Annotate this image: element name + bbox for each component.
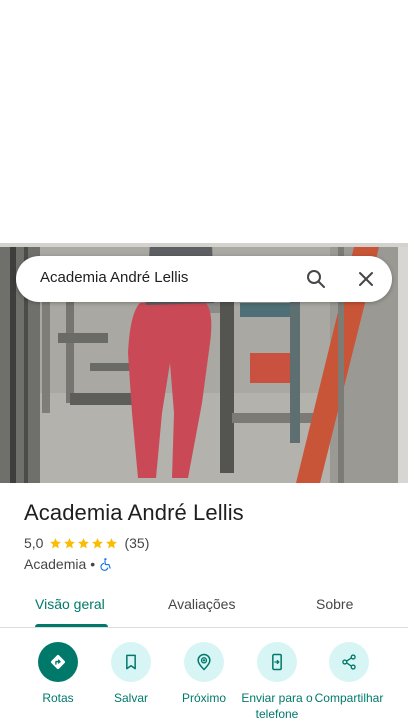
tab-overview[interactable]: Visão geral [35,596,105,612]
star-icon [50,537,62,548]
rating-stars [49,537,119,550]
bookmark-icon [111,642,151,682]
search-input[interactable]: Academia André Lellis [40,269,188,286]
active-tab-indicator [35,624,108,627]
nearby-button[interactable]: Próximo [168,640,240,722]
tab-reviews[interactable]: Avaliações [168,596,235,612]
star-icon [92,537,104,548]
review-count[interactable]: (35) [124,535,149,551]
place-title: Academia André Lellis [24,500,244,525]
send-to-phone-button[interactable]: Enviar para o telefone [241,640,313,722]
rating-value: 5,0 [24,535,44,551]
close-icon[interactable] [354,267,378,291]
directions-label: Rotas [42,691,74,705]
rating-row[interactable]: 5,0 (35) [24,535,149,551]
wheelchair-icon [100,558,111,571]
action-buttons: Rotas Salvar Próximo Enviar para o telef… [0,640,408,726]
star-icon [64,537,76,548]
send-to-phone-label: Enviar para o telefone [241,691,313,721]
save-button[interactable]: Salvar [95,640,167,722]
separator-dot: • [90,556,96,572]
nearby-icon [184,642,224,682]
search-bar[interactable]: Academia André Lellis [16,256,392,302]
save-label: Salvar [113,691,148,705]
star-icon [106,537,118,548]
send-to-phone-icon [257,642,297,682]
share-label: Compartilhar [314,691,384,705]
search-icon[interactable] [304,267,328,291]
nearby-label: Próximo [181,691,226,705]
map-blank-area [0,0,408,243]
directions-icon [38,642,78,682]
share-icon [329,642,369,682]
directions-button[interactable]: Rotas [22,640,94,722]
place-tabs: Visão geral Avaliações Sobre [0,588,408,628]
star-icon [78,537,90,548]
place-category: Academia [24,556,87,572]
share-button[interactable]: Compartilhar [313,640,385,722]
category-row: Academia • [24,556,113,572]
tab-about[interactable]: Sobre [316,596,353,612]
